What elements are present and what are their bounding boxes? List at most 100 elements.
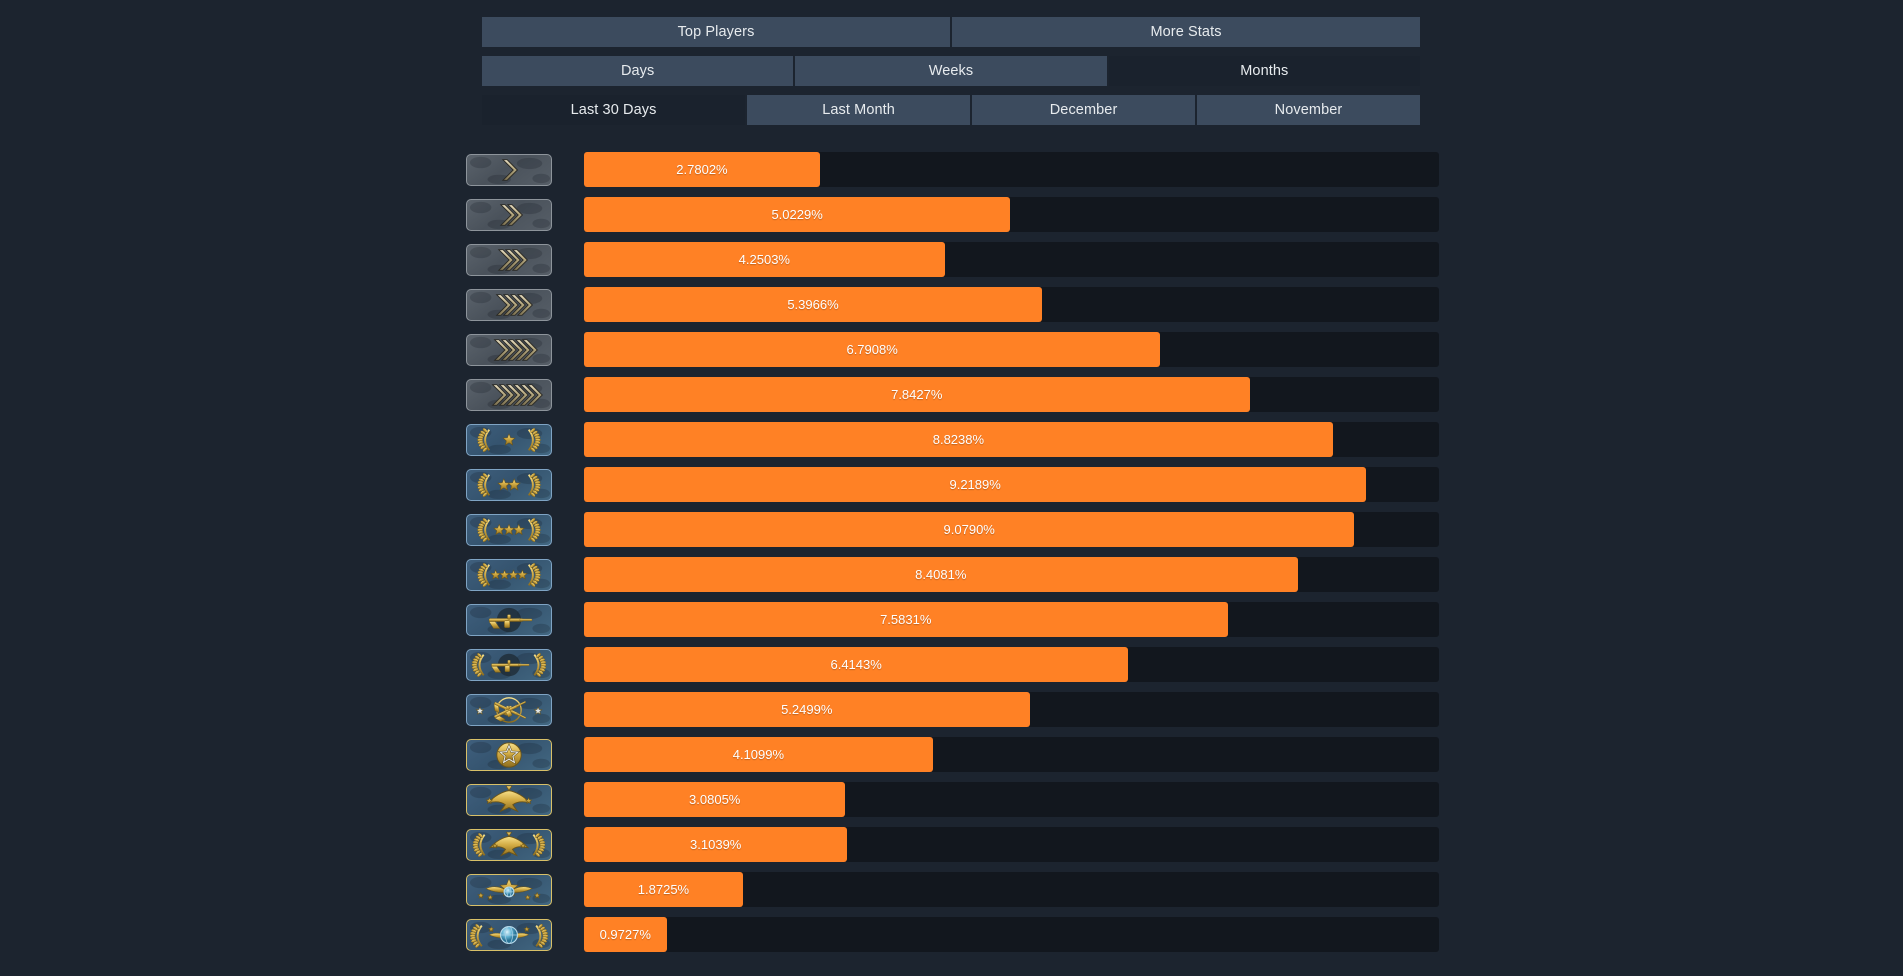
- tab-last-30-days[interactable]: Last 30 Days: [482, 95, 746, 125]
- bar[interactable]: 6.4143%: [584, 647, 1129, 682]
- rank-row: 2.7802%: [466, 147, 1439, 192]
- eagle-wreath-icon: [466, 828, 552, 861]
- bar[interactable]: 3.1039%: [584, 827, 848, 862]
- bar-track: 9.0790%: [584, 512, 1439, 547]
- rank-row: 5.2499%: [466, 687, 1439, 732]
- rank-row: 5.3966%: [466, 282, 1439, 327]
- chevron-2-icon: [466, 198, 552, 231]
- bar-track: 3.0805%: [584, 782, 1439, 817]
- rank-row: 6.7908%: [466, 327, 1439, 372]
- rank-row: 4.2503%: [466, 237, 1439, 282]
- period-tab-row: Days Weeks Months: [482, 56, 1420, 86]
- bar-value-label: 4.1099%: [732, 747, 785, 762]
- rank-row: 1.8725%: [466, 867, 1439, 912]
- bar-value-label: 3.1039%: [690, 837, 742, 852]
- chevron-4-icon: [466, 288, 552, 321]
- rank-row: 7.8427%: [466, 372, 1439, 417]
- bar-track: 7.8427%: [584, 377, 1439, 412]
- tab-november[interactable]: November: [1197, 95, 1420, 125]
- globe-wings-icon: [466, 918, 552, 951]
- bar-value-label: 1.8725%: [637, 882, 690, 897]
- bar[interactable]: 6.7908%: [584, 332, 1161, 367]
- rank-row: 7.5831%: [466, 597, 1439, 642]
- rifle-1-icon: [466, 603, 552, 636]
- bar-track: 8.4081%: [584, 557, 1439, 592]
- bar-value-label: 0.9727%: [599, 927, 651, 942]
- rank-row: 8.4081%: [466, 552, 1439, 597]
- bar-value-label: 7.8427%: [891, 387, 943, 402]
- primary-tab-row: Top Players More Stats: [482, 17, 1420, 47]
- bar-value-label: 3.0805%: [689, 792, 741, 807]
- rifle-wreath-icon: [466, 648, 552, 681]
- rank-row: 9.0790%: [466, 507, 1439, 552]
- star-medal-icon: [466, 738, 552, 771]
- eagle-icon: [466, 783, 552, 816]
- bar-track: 0.9727%: [584, 917, 1439, 952]
- rank-distribution-chart: 2.7802% 5.0229% 4.2503% 5.3966% 6.7908% …: [466, 147, 1439, 957]
- bar[interactable]: 5.0229%: [584, 197, 1011, 232]
- bar-value-label: 9.0790%: [943, 522, 995, 537]
- bar[interactable]: 4.1099%: [584, 737, 933, 772]
- bar-track: 8.8238%: [584, 422, 1439, 457]
- rank-distribution-page: Top Players More Stats Days Weeks Months La…: [0, 0, 1903, 976]
- bar[interactable]: 5.2499%: [584, 692, 1030, 727]
- bar-value-label: 2.7802%: [676, 162, 728, 177]
- bar-track: 1.8725%: [584, 872, 1439, 907]
- rank-row: 6.4143%: [466, 642, 1439, 687]
- bar-value-label: 5.3966%: [787, 297, 839, 312]
- bar[interactable]: 1.8725%: [584, 872, 743, 907]
- bar[interactable]: 7.8427%: [584, 377, 1250, 412]
- bar[interactable]: 8.8238%: [584, 422, 1333, 457]
- bar[interactable]: 8.4081%: [584, 557, 1298, 592]
- tab-weeks[interactable]: Weeks: [795, 56, 1107, 86]
- bar-track: 5.2499%: [584, 692, 1439, 727]
- tab-months[interactable]: Months: [1108, 56, 1420, 86]
- chevron-6-icon: [466, 378, 552, 411]
- chevron-1-icon: [466, 153, 552, 186]
- bar-track: 4.1099%: [584, 737, 1439, 772]
- bar[interactable]: 9.0790%: [584, 512, 1355, 547]
- bar[interactable]: 7.5831%: [584, 602, 1228, 637]
- bar[interactable]: 9.2189%: [584, 467, 1367, 502]
- bar-track: 6.7908%: [584, 332, 1439, 367]
- crossed-rifles-icon: [466, 693, 552, 726]
- wreath-star-2-icon: [466, 468, 552, 501]
- chevron-3-icon: [466, 243, 552, 276]
- bar[interactable]: 4.2503%: [584, 242, 945, 277]
- tab-last-month[interactable]: Last Month: [747, 95, 971, 125]
- bar-track: 2.7802%: [584, 152, 1439, 187]
- rank-row: 3.0805%: [466, 777, 1439, 822]
- bar-track: 3.1039%: [584, 827, 1439, 862]
- chevron-5-icon: [466, 333, 552, 366]
- bar-track: 5.0229%: [584, 197, 1439, 232]
- tab-december[interactable]: December: [972, 95, 1196, 125]
- bar-value-label: 4.2503%: [738, 252, 790, 267]
- rank-row: 4.1099%: [466, 732, 1439, 777]
- rank-row: 5.0229%: [466, 192, 1439, 237]
- wreath-star-1-icon: [466, 423, 552, 456]
- rank-row: 8.8238%: [466, 417, 1439, 462]
- bar-track: 9.2189%: [584, 467, 1439, 502]
- bar-track: 5.3966%: [584, 287, 1439, 322]
- bar-track: 4.2503%: [584, 242, 1439, 277]
- tab-more-stats[interactable]: More Stats: [952, 17, 1420, 47]
- bar-value-label: 5.0229%: [771, 207, 823, 222]
- rank-row: 3.1039%: [466, 822, 1439, 867]
- wreath-star-4-icon: [466, 558, 552, 591]
- bar[interactable]: 0.9727%: [584, 917, 667, 952]
- bar[interactable]: 3.0805%: [584, 782, 846, 817]
- bar-value-label: 8.8238%: [932, 432, 985, 447]
- bar[interactable]: 2.7802%: [584, 152, 820, 187]
- bar-value-label: 6.7908%: [846, 342, 898, 357]
- rank-row: 0.9727%: [466, 912, 1439, 957]
- bar-value-label: 6.4143%: [830, 657, 882, 672]
- bar-track: 7.5831%: [584, 602, 1439, 637]
- bar[interactable]: 5.3966%: [584, 287, 1042, 322]
- bar-value-label: 9.2189%: [949, 477, 1001, 492]
- range-tab-row: Last 30 Days Last Month December November: [482, 95, 1420, 125]
- rank-row: 9.2189%: [466, 462, 1439, 507]
- tab-days[interactable]: Days: [482, 56, 794, 86]
- bar-value-label: 8.4081%: [915, 567, 967, 582]
- wreath-star-3-icon: [466, 513, 552, 546]
- tab-top-players[interactable]: Top Players: [482, 17, 950, 47]
